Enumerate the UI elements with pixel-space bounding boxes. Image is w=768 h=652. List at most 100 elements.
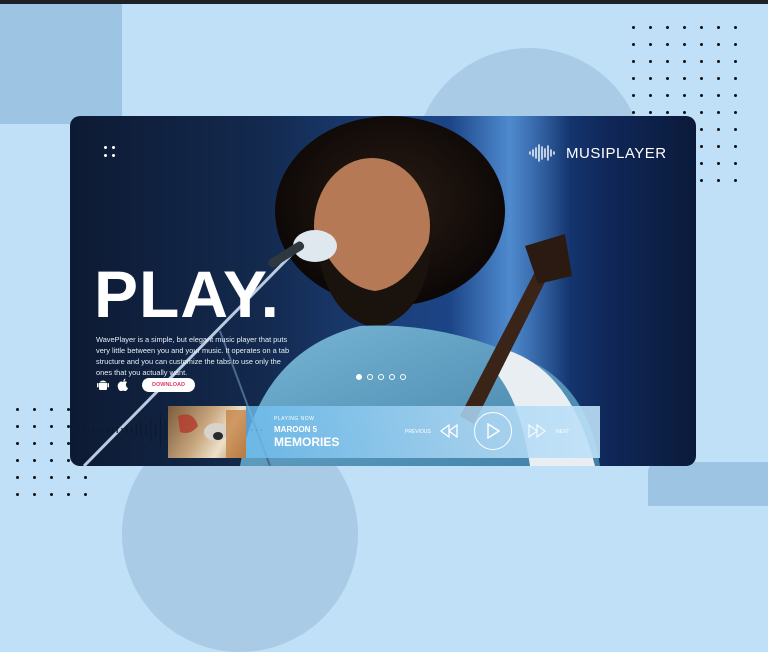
slide-dot[interactable]	[378, 374, 384, 380]
pattern-dot	[33, 476, 36, 479]
pattern-dot	[734, 77, 737, 80]
pattern-dot	[683, 26, 686, 29]
pattern-dot	[50, 493, 53, 496]
pattern-dot	[700, 94, 703, 97]
pattern-dot	[717, 179, 720, 182]
slide-pagination	[356, 374, 406, 380]
pattern-dot	[700, 162, 703, 165]
pattern-dot	[717, 94, 720, 97]
pattern-dot	[734, 111, 737, 114]
pattern-dot	[84, 493, 87, 496]
pattern-dot	[700, 26, 703, 29]
pattern-dot	[717, 60, 720, 63]
pattern-dot	[666, 111, 669, 114]
play-button[interactable]	[474, 412, 512, 450]
grid-dots-icon[interactable]	[104, 146, 120, 162]
pattern-dot	[16, 493, 19, 496]
hero-description: WavePlayer is a simple, but elegant musi…	[96, 335, 290, 377]
pattern-dot	[666, 43, 669, 46]
pattern-dot	[683, 94, 686, 97]
player-controls: PLAYING NOW MAROON 5 MEMORIES PREVIOUS N…	[246, 406, 600, 458]
pattern-dot	[700, 77, 703, 80]
android-icon[interactable]	[96, 378, 110, 392]
pattern-dot	[649, 77, 652, 80]
pattern-dot	[50, 425, 53, 428]
decor-block-left	[0, 4, 122, 124]
next-label[interactable]: NEXT	[556, 429, 569, 435]
artist-name: MAROON 5	[274, 425, 318, 434]
pattern-dot	[16, 476, 19, 479]
pattern-dot	[734, 94, 737, 97]
brand-name: MUSIPLAYER	[566, 144, 667, 162]
album-art[interactable]	[168, 406, 246, 458]
pattern-dot	[700, 128, 703, 131]
pattern-dot	[700, 145, 703, 148]
pattern-dot	[717, 43, 720, 46]
previous-label[interactable]: PREVIOUS	[405, 429, 431, 435]
pattern-dot	[683, 60, 686, 63]
download-button[interactable]: DOWNLOAD	[142, 378, 195, 392]
pattern-dot	[717, 77, 720, 80]
pattern-dot	[734, 60, 737, 63]
pattern-dot	[67, 493, 70, 496]
pattern-dot	[649, 60, 652, 63]
pattern-dot	[16, 442, 19, 445]
hero-headline: PLAY.	[94, 257, 280, 331]
pattern-dot	[649, 43, 652, 46]
pattern-dot	[734, 26, 737, 29]
brand-logo[interactable]: MUSIPLAYER	[528, 144, 667, 162]
pattern-dot	[50, 442, 53, 445]
pattern-dot	[649, 26, 652, 29]
pattern-dot	[734, 128, 737, 131]
decor-block-right	[648, 462, 768, 506]
pattern-dot	[734, 145, 737, 148]
now-playing-label: PLAYING NOW	[274, 416, 315, 422]
pattern-dot	[632, 43, 635, 46]
pattern-dot	[632, 111, 635, 114]
slide-dot[interactable]	[400, 374, 406, 380]
pattern-dot	[734, 179, 737, 182]
pattern-dot	[33, 425, 36, 428]
play-icon	[487, 423, 500, 439]
pattern-dot	[700, 43, 703, 46]
slide-dot[interactable]	[367, 374, 373, 380]
pattern-dot	[666, 94, 669, 97]
pattern-dot	[16, 459, 19, 462]
pattern-dot	[700, 179, 703, 182]
slide-dot[interactable]	[356, 374, 362, 380]
pattern-dot	[717, 162, 720, 165]
pattern-dot	[632, 94, 635, 97]
pattern-dot	[717, 26, 720, 29]
song-title: MEMORIES	[274, 435, 340, 449]
pattern-dot	[84, 476, 87, 479]
pattern-dot	[717, 128, 720, 131]
pattern-dot	[717, 145, 720, 148]
soundwave-icon	[529, 144, 555, 162]
pattern-dot	[666, 26, 669, 29]
pattern-dot	[67, 476, 70, 479]
apple-icon[interactable]	[116, 378, 130, 392]
pattern-dot	[734, 162, 737, 165]
pattern-dot	[50, 476, 53, 479]
slide-dot[interactable]	[389, 374, 395, 380]
platform-row: DOWNLOAD	[96, 378, 195, 392]
pattern-dot	[734, 43, 737, 46]
pattern-dot	[700, 111, 703, 114]
pattern-dot	[33, 493, 36, 496]
pattern-dot	[16, 425, 19, 428]
pattern-dot	[33, 408, 36, 411]
pattern-dot	[700, 60, 703, 63]
fast-forward-icon[interactable]	[526, 423, 548, 439]
pattern-dot	[33, 459, 36, 462]
rewind-icon[interactable]	[438, 423, 460, 439]
pattern-dot	[632, 26, 635, 29]
pattern-dot	[683, 77, 686, 80]
pattern-dot	[717, 111, 720, 114]
pattern-dot	[50, 459, 53, 462]
pattern-dot	[666, 77, 669, 80]
pattern-dot	[649, 111, 652, 114]
pattern-dot	[683, 111, 686, 114]
pattern-dot	[16, 408, 19, 411]
pattern-dot	[666, 60, 669, 63]
pattern-dot	[50, 408, 53, 411]
